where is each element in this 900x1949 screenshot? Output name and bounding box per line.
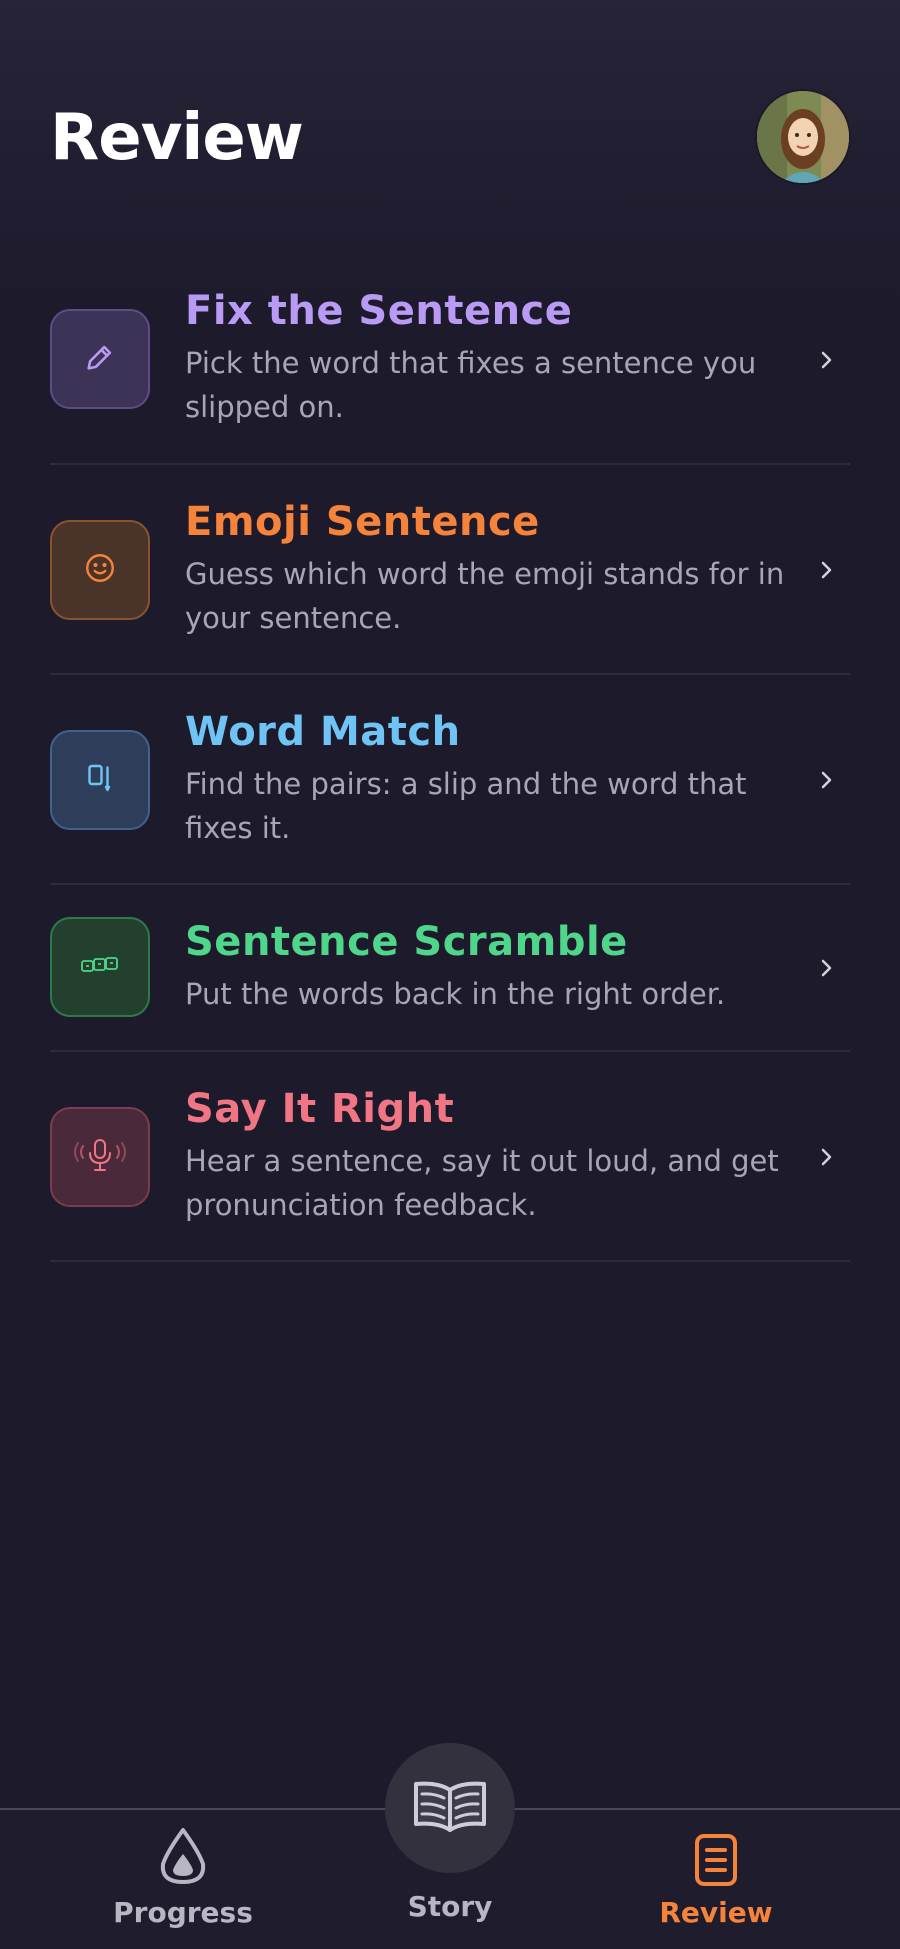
- review-item-say-it-right[interactable]: Say It Right Hear a sentence, say it out…: [50, 1052, 850, 1262]
- microphone-icon: [68, 1135, 132, 1179]
- word-match-text: Word Match Find the pairs: a slip and th…: [185, 706, 795, 850]
- review-item-emoji-sentence[interactable]: Emoji Sentence Guess which word the emoj…: [50, 465, 850, 675]
- say-it-right-description: Hear a sentence, say it out loud, and ge…: [185, 1144, 779, 1222]
- sentence-scramble-description: Put the words back in the right order.: [185, 977, 726, 1011]
- emoji-sentence-icon-box: [50, 520, 150, 620]
- page-title: Review: [50, 101, 304, 175]
- nav-progress[interactable]: Progress: [83, 1810, 283, 1949]
- say-it-right-icon-box: [50, 1107, 150, 1207]
- document-list-icon: [692, 1832, 740, 1892]
- chevron-right-icon: [814, 768, 838, 792]
- chevron-right-icon: [814, 558, 838, 582]
- nav-story-label: Story: [407, 1890, 493, 1923]
- fix-the-sentence-icon-box: [50, 309, 150, 409]
- pencil-icon: [83, 340, 117, 378]
- emoji-sentence-text: Emoji Sentence Guess which word the emoj…: [185, 496, 795, 640]
- chevron-right-icon: [814, 956, 838, 980]
- nav-progress-label: Progress: [113, 1896, 253, 1929]
- nav-review[interactable]: Review: [616, 1810, 816, 1949]
- avatar[interactable]: [757, 91, 849, 183]
- sentence-scramble-title: Sentence Scramble: [185, 919, 628, 965]
- open-book-icon: [410, 1778, 490, 1838]
- review-item-word-match[interactable]: Word Match Find the pairs: a slip and th…: [50, 675, 850, 885]
- word-match-icon-box: [50, 730, 150, 830]
- fix-the-sentence-description: Pick the word that fixes a sentence you …: [185, 346, 757, 424]
- chevron-right-icon: [814, 348, 838, 372]
- fix-the-sentence-text: Fix the Sentence Pick the word that fixe…: [185, 285, 795, 429]
- emoji-sentence-title: Emoji Sentence: [185, 499, 540, 545]
- word-match-title: Word Match: [185, 709, 461, 755]
- fix-the-sentence-title: Fix the Sentence: [185, 288, 573, 334]
- review-item-fix-the-sentence[interactable]: Fix the Sentence Pick the word that fixe…: [50, 255, 850, 465]
- review-item-sentence-scramble[interactable]: Sentence Scramble Put the words back in …: [50, 885, 850, 1052]
- story-button[interactable]: [385, 1743, 515, 1873]
- chevron-right-icon: [814, 1145, 838, 1169]
- word-blocks-icon: [80, 953, 120, 981]
- page-header: Review: [0, 0, 900, 240]
- sentence-scramble-icon-box: [50, 917, 150, 1017]
- nav-review-label: Review: [659, 1896, 773, 1929]
- say-it-right-text: Say It Right Hear a sentence, say it out…: [185, 1083, 795, 1227]
- smiley-icon: [82, 550, 118, 590]
- emoji-sentence-description: Guess which word the emoji stands for in…: [185, 557, 785, 635]
- word-match-description: Find the pairs: a slip and the word that…: [185, 767, 747, 845]
- say-it-right-title: Say It Right: [185, 1086, 455, 1132]
- review-list: Fix the Sentence Pick the word that fixe…: [50, 255, 850, 1262]
- sentence-scramble-text: Sentence Scramble Put the words back in …: [185, 916, 795, 1016]
- match-cards-icon: [82, 760, 118, 800]
- droplet-icon: [155, 1826, 211, 1890]
